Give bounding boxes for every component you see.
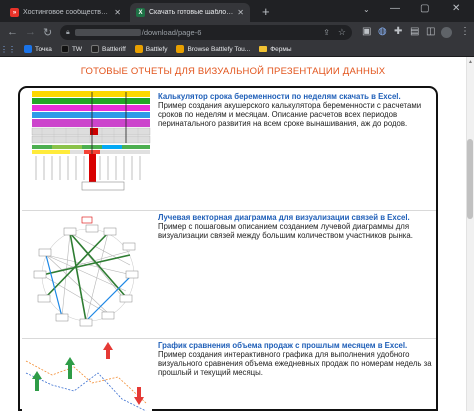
templates-list: Калькулятор срока беременности по неделя… xyxy=(18,86,438,411)
red-square-icon: » xyxy=(10,8,19,17)
item-text: Пример с пошаговым описанием созданием л… xyxy=(158,222,413,240)
pregnancy-calculator-thumbnail[interactable] xyxy=(22,90,152,207)
reload-icon[interactable]: ↻ xyxy=(43,26,52,39)
redacted-domain xyxy=(74,29,141,36)
radial-diagram-thumbnail[interactable] xyxy=(22,211,152,335)
page-title: ГОТОВЫЕ ОТЧЕТЫ ДЛЯ ВИЗУАЛЬНОЙ ПРЕЗЕНТАЦИ… xyxy=(80,66,386,77)
bookmark-label: Browse Battlefy Tou... xyxy=(187,45,251,53)
sales-arrows-chart-image xyxy=(22,339,152,411)
bookmark-label: TW xyxy=(71,45,83,53)
apps-grid-icon[interactable]: ⋮⋮ xyxy=(0,44,16,54)
address-bar[interactable]: 🔒︎ /download/page-6 ⇪ ☆ xyxy=(60,25,352,40)
battleriff-icon xyxy=(91,45,100,53)
item-text: Пример создания интерактивного графика д… xyxy=(158,350,432,377)
bookmark-battlefy[interactable]: Battlefy xyxy=(134,45,168,53)
bookmark-tw[interactable]: TW xyxy=(60,45,83,53)
bookmarks-bar: ⋮⋮ Точка TW Battleriff Battlefy Browse B… xyxy=(0,42,474,57)
scrollbar-thumb[interactable] xyxy=(467,139,473,219)
item-description: Лучевая векторная диаграмма для визуализ… xyxy=(158,213,434,240)
tw-icon xyxy=(60,45,69,53)
address-path: /download/page-6 xyxy=(141,28,202,37)
tab-label: Хостинговое сообщество «Tim» xyxy=(23,9,111,16)
blue-square-icon xyxy=(24,45,32,53)
scroll-up-arrow-icon[interactable]: ▲ xyxy=(468,59,473,65)
extension-icon-1[interactable]: ▣ xyxy=(362,26,371,37)
item-description: Калькулятор срока беременности по неделя… xyxy=(158,92,434,128)
sidebar-icon[interactable]: ◫ xyxy=(426,26,435,37)
tab-hosting[interactable]: » Хостинговое сообщество «Tim» ✕ xyxy=(4,3,127,22)
bookmark-label: Фермы xyxy=(270,45,292,53)
minimize-icon[interactable]: — xyxy=(390,3,400,14)
item-title-link[interactable]: Калькулятор срока беременности по неделя… xyxy=(158,92,434,101)
battlefy-icon xyxy=(176,45,185,53)
reading-list-icon[interactable]: ▤ xyxy=(410,26,419,37)
bookmark-label: Точка xyxy=(35,45,52,53)
extension-icon-2[interactable]: ◍ xyxy=(378,26,387,37)
window-close-icon[interactable]: ✕ xyxy=(452,3,460,14)
new-tab-plus-icon[interactable]: + xyxy=(262,4,270,19)
maximize-icon[interactable]: ▢ xyxy=(420,3,429,14)
item-title-link[interactable]: Лучевая векторная диаграмма для визуализ… xyxy=(158,213,434,222)
excel-icon: X xyxy=(136,8,145,17)
lock-icon: 🔒︎ xyxy=(66,28,70,36)
tab-label: Скачать готовые шаблоны раб xyxy=(149,9,234,16)
bookmark-folder-fermy[interactable]: Фермы xyxy=(259,45,292,53)
list-item: Калькулятор срока беременности по неделя… xyxy=(22,90,436,207)
page-scrollbar[interactable]: ▲ xyxy=(466,57,474,411)
battlefy-icon xyxy=(134,45,143,53)
bookmark-browse-battlefy[interactable]: Browse Battlefy Tou... xyxy=(176,45,250,53)
list-item: Лучевая векторная диаграмма для визуализ… xyxy=(22,210,436,335)
forward-arrow-icon[interactable]: → xyxy=(25,26,36,38)
item-text: Пример создания акушерского калькулятора… xyxy=(158,101,422,128)
web-page: ГОТОВЫЕ ОТЧЕТЫ ДЛЯ ВИЗУАЛЬНОЙ ПРЕЗЕНТАЦИ… xyxy=(0,57,474,411)
menu-kebab-icon[interactable]: ⋮ xyxy=(460,26,470,37)
browser-toolbar: ← → ↻ 🔒︎ /download/page-6 ⇪ ☆ ▣ ◍ ✚ ▤ ◫ … xyxy=(0,22,474,42)
tab-strip: » Хостинговое сообщество «Tim» ✕ X Скача… xyxy=(0,0,474,22)
item-description: График сравнения объема продаж с прошлым… xyxy=(158,341,434,377)
sales-comparison-thumbnail[interactable] xyxy=(22,339,152,411)
close-icon[interactable]: ✕ xyxy=(114,8,121,17)
close-icon[interactable]: ✕ xyxy=(237,8,244,17)
item-title-link[interactable]: График сравнения объема продаж с прошлым… xyxy=(158,341,434,350)
share-icon[interactable]: ⇪ xyxy=(323,28,330,37)
star-icon[interactable]: ☆ xyxy=(338,27,346,38)
list-item: График сравнения объема продаж с прошлым… xyxy=(22,338,436,411)
calendar-chart-image xyxy=(22,90,152,207)
bookmark-label: Battleriff xyxy=(102,45,126,53)
back-arrow-icon[interactable]: ← xyxy=(7,26,18,38)
chevron-down-icon[interactable]: ⌄ xyxy=(363,5,370,14)
bookmark-tochka[interactable]: Точка xyxy=(24,45,52,53)
extensions-puzzle-icon[interactable]: ✚ xyxy=(394,26,402,37)
bookmark-battleriff[interactable]: Battleriff xyxy=(91,45,126,53)
tab-excel-templates[interactable]: X Скачать готовые шаблоны раб ✕ xyxy=(130,3,250,22)
radial-network-image xyxy=(22,211,152,335)
grid-icon: ⋮⋮ xyxy=(0,44,16,54)
bookmark-label: Battlefy xyxy=(145,45,168,53)
folder-icon xyxy=(259,46,268,52)
avatar[interactable] xyxy=(441,27,452,38)
